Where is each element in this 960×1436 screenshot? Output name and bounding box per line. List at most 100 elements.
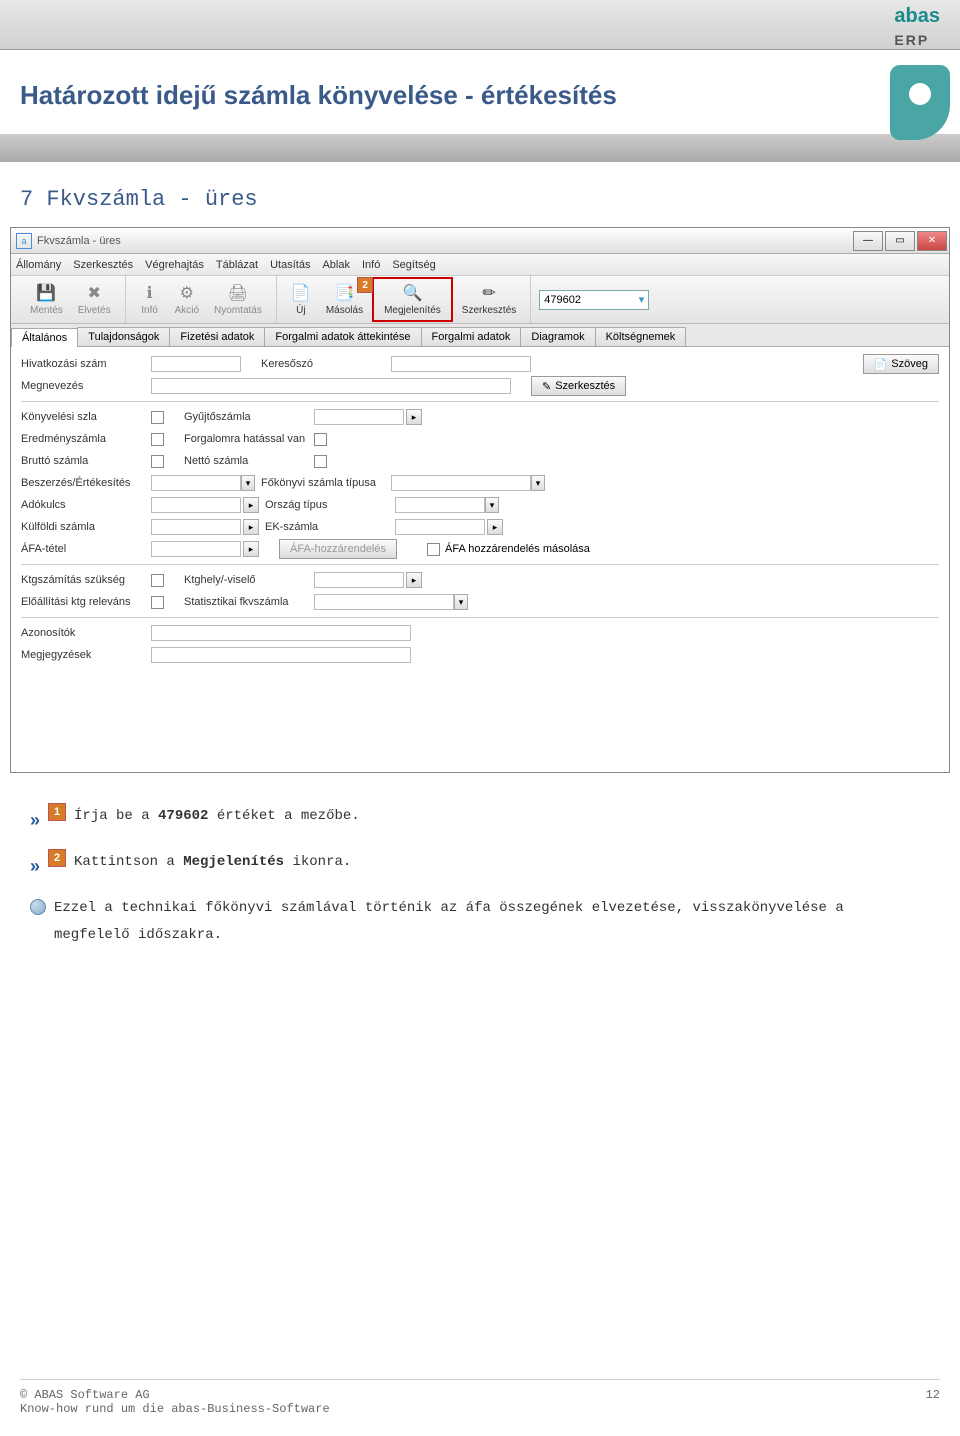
step-1-text: Írja be a 479602 értéket a mezőbe.: [74, 803, 360, 830]
tab-diagramok[interactable]: Diagramok: [520, 327, 595, 346]
menu-info[interactable]: Infó: [362, 259, 380, 271]
input-hivatkozasi[interactable]: [151, 356, 241, 372]
label-orszag: Ország típus: [265, 499, 395, 511]
label-eloallitasi: Előállítási ktg releváns: [21, 596, 151, 608]
btn-szoveg[interactable]: 📄Szöveg: [863, 354, 939, 374]
maximize-button[interactable]: ▭: [885, 231, 915, 251]
toolbar-akcio[interactable]: ⚙Akció: [169, 281, 205, 318]
dd-statisztikai[interactable]: ▾: [454, 594, 468, 610]
chk-netto[interactable]: [314, 455, 327, 468]
toolbar: 💾Mentés ✖Elvetés ℹInfó ⚙Akció 🖨Nyomtatás…: [11, 276, 949, 324]
bullet-icon: »: [30, 849, 40, 883]
toolbar-uj[interactable]: 📄Új: [285, 281, 317, 318]
toolbar-mentes[interactable]: 💾Mentés: [24, 281, 69, 318]
input-ktghely[interactable]: [314, 572, 404, 588]
pick-ek[interactable]: ▸: [487, 519, 503, 535]
tab-fizetesi[interactable]: Fizetési adatok: [169, 327, 265, 346]
pick-kulfoldi[interactable]: ▸: [243, 519, 259, 535]
print-icon: 🖨: [228, 283, 248, 303]
search-combo[interactable]: 479602 ▾: [539, 290, 649, 310]
logo-text-sub: ERP: [894, 32, 929, 48]
tab-altalanos[interactable]: Általános: [11, 328, 78, 347]
abas-logo: abas ERP: [894, 5, 940, 51]
footer-copyright: © ABAS Software AG: [20, 1388, 330, 1402]
menu-vegrehajtas[interactable]: Végrehajtás: [145, 259, 204, 271]
chk-afa-masolas[interactable]: [427, 543, 440, 556]
app-icon: a: [16, 233, 32, 249]
input-statisztikai[interactable]: [314, 594, 454, 610]
menu-ablak[interactable]: Ablak: [322, 259, 350, 271]
menu-utasitas[interactable]: Utasítás: [270, 259, 310, 271]
label-ktghely: Ktghely/-viselő: [184, 574, 314, 586]
dd-orszag[interactable]: ▾: [485, 497, 499, 513]
menu-tablazat[interactable]: Táblázat: [216, 259, 258, 271]
input-megnevezes[interactable]: [151, 378, 511, 394]
input-orszag[interactable]: [395, 497, 485, 513]
logo-text-main: abas: [894, 5, 940, 27]
label-ktgszam: Ktgszámítás szükség: [21, 574, 151, 586]
chk-forgalomra[interactable]: [314, 433, 327, 446]
input-keresoszo[interactable]: [391, 356, 531, 372]
input-beszerzes[interactable]: [151, 475, 241, 491]
input-megjegyzesek[interactable]: [151, 647, 411, 663]
input-adokulcs[interactable]: [151, 497, 241, 513]
toolbar-megjelenites[interactable]: 🔍Megjelenítés: [378, 281, 447, 318]
label-statisztikai: Statisztikai fkvszámla: [184, 596, 314, 608]
view-icon: 🔍: [402, 283, 422, 303]
tab-tulajdonsagok[interactable]: Tulajdonságok: [77, 327, 170, 346]
input-gyujto[interactable]: [314, 409, 404, 425]
label-hivatkozasi: Hivatkozási szám: [21, 358, 151, 370]
step-2-badge: 2: [48, 849, 66, 867]
input-azonositok[interactable]: [151, 625, 411, 641]
footer-tagline: Know-how rund um die abas-Business-Softw…: [20, 1402, 330, 1416]
input-fokonyvi-tipus[interactable]: [391, 475, 531, 491]
bullet-icon: »: [30, 803, 40, 837]
label-megjegyzesek: Megjegyzések: [21, 649, 151, 661]
toolbar-nyomtatas[interactable]: 🖨Nyomtatás: [208, 281, 268, 318]
toolbar-info[interactable]: ℹInfó: [134, 281, 166, 318]
label-konyvelesi: Könyvelési szla: [21, 411, 151, 423]
tab-bar: Általános Tulajdonságok Fizetési adatok …: [11, 324, 949, 347]
chevron-down-icon: ▾: [639, 293, 645, 306]
input-afa-tetel[interactable]: [151, 541, 241, 557]
dd-fokonyvi-tipus[interactable]: ▾: [531, 475, 545, 491]
chk-ktgszam[interactable]: [151, 574, 164, 587]
pick-gyujto[interactable]: ▸: [406, 409, 422, 425]
toolbar-masolas[interactable]: 2📑Másolás: [320, 281, 369, 318]
tab-forgalmi-attekintes[interactable]: Forgalmi adatok áttekintése: [264, 327, 421, 346]
menu-allomany[interactable]: Állomány: [16, 259, 61, 271]
pick-adokulcs[interactable]: ▸: [243, 497, 259, 513]
label-keresoszo: Keresőszó: [261, 358, 391, 370]
new-icon: 📄: [291, 283, 311, 303]
note-icon: [30, 899, 46, 915]
titlebar: a Fkvszámla - üres — ▭ ✕: [11, 228, 949, 254]
pick-ktghely[interactable]: ▸: [406, 572, 422, 588]
label-brutto: Bruttó számla: [21, 455, 151, 467]
chk-eredmeny[interactable]: [151, 433, 164, 446]
chk-brutto[interactable]: [151, 455, 164, 468]
instructions: » 1 Írja be a 479602 értéket a mezőbe. »…: [0, 773, 960, 991]
info-icon: ℹ: [140, 283, 160, 303]
input-ek[interactable]: [395, 519, 485, 535]
chk-konyvelesi[interactable]: [151, 411, 164, 424]
menu-szerkesztes[interactable]: Szerkesztés: [73, 259, 133, 271]
toolbar-szerkesztes[interactable]: ✏Szerkesztés: [456, 281, 522, 318]
chk-eloallitasi[interactable]: [151, 596, 164, 609]
input-kulfoldi[interactable]: [151, 519, 241, 535]
section-heading: 7 Fkvszámla - üres: [0, 162, 960, 227]
menu-segitseg[interactable]: Segítség: [392, 259, 435, 271]
abas-side-logo: [890, 65, 950, 140]
tab-forgalmi[interactable]: Forgalmi adatok: [421, 327, 522, 346]
btn-afa-hozzarendeles[interactable]: ÁFA-hozzárendelés: [279, 539, 397, 559]
tab-koltsegnemek[interactable]: Költségnemek: [595, 327, 687, 346]
step-1-badge: 1: [48, 803, 66, 821]
minimize-button[interactable]: —: [853, 231, 883, 251]
decorative-band: [0, 134, 960, 162]
discard-icon: ✖: [84, 283, 104, 303]
close-button[interactable]: ✕: [917, 231, 947, 251]
dd-beszerzes[interactable]: ▾: [241, 475, 255, 491]
save-icon: 💾: [36, 283, 56, 303]
btn-szerkesztes[interactable]: ✎Szerkesztés: [531, 376, 626, 396]
pick-afa-tetel[interactable]: ▸: [243, 541, 259, 557]
toolbar-elvetes[interactable]: ✖Elvetés: [72, 281, 117, 318]
